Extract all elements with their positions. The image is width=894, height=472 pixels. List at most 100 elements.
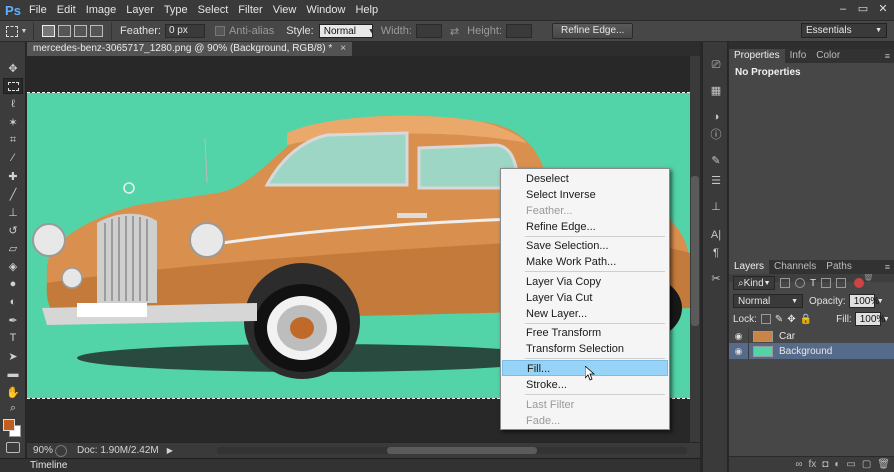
new-layer-icon[interactable]: ▢ bbox=[862, 459, 871, 470]
menu-help[interactable]: Help bbox=[350, 0, 383, 20]
lock-image-icon[interactable]: ✎ bbox=[775, 314, 783, 325]
menu-item-new-layer[interactable]: New Layer... bbox=[502, 306, 668, 322]
document-tab[interactable]: mercedes-benz-3065717_1280.png @ 90% (Ba… bbox=[27, 42, 353, 56]
refine-edge-button[interactable]: Refine Edge... bbox=[552, 23, 634, 39]
minimize-icon[interactable]: – bbox=[836, 3, 850, 16]
menu-window[interactable]: Window bbox=[301, 0, 350, 20]
link-layers-icon[interactable]: ∞ bbox=[795, 459, 802, 470]
restore-icon[interactable]: ▭ bbox=[856, 3, 870, 16]
menu-type[interactable]: Type bbox=[159, 0, 193, 20]
crop-tool-icon[interactable]: ⌗ bbox=[3, 132, 23, 148]
actions-icon[interactable]: ▦ bbox=[708, 84, 724, 98]
character-icon[interactable]: A| bbox=[708, 228, 724, 242]
layer-style-icon[interactable]: fx bbox=[809, 459, 817, 470]
dodge-tool-icon[interactable]: ◐ bbox=[3, 294, 23, 310]
layer-kind-filter[interactable]: ⌕ Kind ▼ bbox=[733, 276, 775, 290]
add-mask-icon[interactable]: ◘ bbox=[822, 459, 828, 470]
tool-preset-picker[interactable]: ▼ bbox=[0, 22, 34, 40]
menu-image[interactable]: Image bbox=[81, 0, 122, 20]
width-input[interactable] bbox=[415, 24, 442, 38]
zoom-tool-icon[interactable]: ⌕ bbox=[3, 400, 23, 416]
tool-presets-icon[interactable]: ✂ bbox=[708, 272, 724, 286]
quick-mask-icon[interactable] bbox=[6, 442, 20, 453]
menu-item-select-inverse[interactable]: Select Inverse bbox=[502, 187, 668, 203]
style-select[interactable]: Normal ▼ bbox=[318, 24, 375, 38]
new-selection-icon[interactable] bbox=[42, 25, 55, 37]
menu-layer[interactable]: Layer bbox=[121, 0, 159, 20]
menu-item-layer-via-copy[interactable]: Layer Via Copy bbox=[502, 274, 668, 290]
chevron-down-icon[interactable]: ▼ bbox=[877, 298, 884, 305]
magic-wand-tool-icon[interactable]: ✶ bbox=[3, 114, 23, 130]
panel-collapse-bar[interactable] bbox=[729, 42, 894, 49]
tab-color[interactable]: Color bbox=[811, 49, 845, 63]
opacity-input[interactable]: 100% bbox=[848, 294, 879, 308]
tab-properties[interactable]: Properties bbox=[729, 49, 785, 63]
vertical-scrollbar[interactable] bbox=[690, 56, 700, 442]
menu-file[interactable]: File bbox=[24, 0, 52, 20]
brush-settings-icon[interactable]: ☰ bbox=[708, 174, 724, 188]
timeline-panel-tab[interactable]: Timeline bbox=[0, 458, 700, 472]
rectangular-marquee-tool-icon[interactable] bbox=[3, 78, 23, 94]
lock-transparent-icon[interactable] bbox=[760, 314, 771, 324]
menu-item-layer-via-cut[interactable]: Layer Via Cut bbox=[502, 290, 668, 306]
tab-channels[interactable]: Channels bbox=[769, 260, 821, 274]
menu-item-make-work-path[interactable]: Make Work Path... bbox=[502, 254, 668, 270]
subtract-from-selection-icon[interactable] bbox=[74, 25, 87, 37]
menu-filter[interactable]: Filter bbox=[233, 0, 267, 20]
filter-adjustment-icon[interactable] bbox=[795, 278, 805, 288]
new-adjustment-layer-icon[interactable]: ◐ bbox=[834, 459, 840, 470]
info-icon[interactable]: ⓘ bbox=[708, 128, 724, 142]
tab-layers[interactable]: Layers bbox=[729, 260, 770, 274]
document-size-info[interactable]: Doc: 1.90M/2.42M bbox=[77, 445, 159, 456]
menu-edit[interactable]: Edit bbox=[52, 0, 81, 20]
healing-brush-tool-icon[interactable]: ✚ bbox=[3, 168, 23, 184]
zoom-level[interactable]: 90% bbox=[27, 445, 55, 456]
type-tool-icon[interactable]: T bbox=[3, 330, 23, 346]
eraser-tool-icon[interactable]: ▱ bbox=[3, 240, 23, 256]
menu-item-free-transform[interactable]: Free Transform bbox=[502, 325, 668, 341]
filter-type-icon[interactable]: T bbox=[810, 278, 816, 289]
clone-source-icon[interactable]: ⊥ bbox=[708, 200, 724, 214]
tab-info[interactable]: Info bbox=[785, 49, 812, 63]
layer-row-background[interactable]: ◉ Background bbox=[729, 343, 894, 359]
filter-shape-icon[interactable] bbox=[821, 278, 832, 288]
height-input[interactable] bbox=[506, 24, 532, 38]
history-brush-tool-icon[interactable]: ↺ bbox=[3, 222, 23, 238]
horizontal-scrollbar[interactable] bbox=[217, 447, 687, 454]
close-tab-icon[interactable]: × bbox=[340, 42, 346, 56]
blend-mode-select[interactable]: Normal ▼ bbox=[733, 294, 803, 308]
hand-tool-icon[interactable]: ✋ bbox=[3, 384, 23, 400]
menu-item-refine-edge[interactable]: Refine Edge... bbox=[502, 219, 668, 235]
brush-presets-icon[interactable]: ✎ bbox=[708, 154, 724, 168]
swap-width-height-icon[interactable]: ⇄ bbox=[450, 25, 459, 38]
chevron-down-icon[interactable]: ▼ bbox=[883, 316, 890, 323]
fill-input[interactable]: 100% bbox=[854, 312, 885, 326]
tab-paths[interactable]: Paths bbox=[821, 260, 857, 274]
close-icon[interactable]: ✕ bbox=[876, 3, 890, 16]
blur-tool-icon[interactable]: ● bbox=[3, 276, 23, 292]
new-group-icon[interactable]: ▭ bbox=[846, 459, 855, 470]
history-icon[interactable]: ⎚ bbox=[708, 58, 724, 72]
antialias-checkbox[interactable] bbox=[214, 26, 225, 36]
visibility-eye-icon[interactable]: ◉ bbox=[729, 343, 749, 359]
paint-bucket-tool-icon[interactable]: ◈ bbox=[3, 258, 23, 274]
filter-pixel-icon[interactable] bbox=[780, 278, 790, 288]
paragraph-icon[interactable]: ¶ bbox=[708, 246, 724, 260]
layer-row-car[interactable]: ◉ Car bbox=[729, 328, 894, 344]
menu-item-transform-selection[interactable]: Transform Selection bbox=[502, 341, 668, 357]
shape-tool-icon[interactable]: ▬ bbox=[3, 366, 23, 382]
move-tool-icon[interactable]: ✥ bbox=[3, 60, 23, 76]
panel-menu-icon[interactable]: ≡ bbox=[885, 262, 890, 272]
pen-tool-icon[interactable]: ✒ bbox=[3, 312, 23, 328]
intersect-selection-icon[interactable] bbox=[90, 25, 103, 37]
add-to-selection-icon[interactable] bbox=[58, 25, 71, 37]
clone-stamp-tool-icon[interactable]: ⊥ bbox=[3, 204, 23, 220]
lasso-tool-icon[interactable]: ℓ bbox=[3, 96, 23, 112]
menu-view[interactable]: View bbox=[268, 0, 302, 20]
lock-position-icon[interactable]: ✥ bbox=[787, 314, 795, 325]
workspace-switcher[interactable]: Essentials ▼ bbox=[801, 23, 887, 38]
horizontal-scroll-thumb[interactable] bbox=[387, 447, 537, 454]
feather-input[interactable]: 0 px bbox=[164, 24, 205, 38]
eyedropper-tool-icon[interactable]: ⁄ bbox=[3, 150, 23, 166]
vertical-scroll-thumb[interactable] bbox=[691, 176, 699, 326]
